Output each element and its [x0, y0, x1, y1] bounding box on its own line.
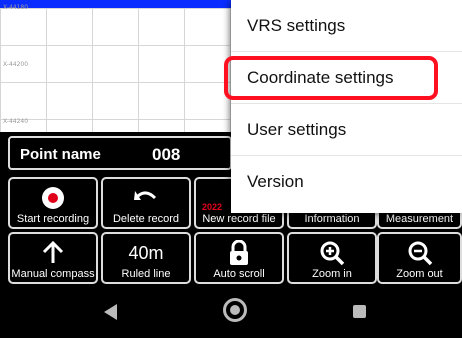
- manual-compass-button[interactable]: Manual compass: [8, 232, 98, 284]
- settings-menu: VRS settings Coordinate settings User se…: [231, 0, 462, 213]
- delete-record-label: Delete record: [112, 213, 180, 225]
- ruled-line-value: 40m: [128, 242, 164, 263]
- ruled-line-label: Ruled line: [121, 268, 171, 280]
- point-name-value: 008: [152, 145, 181, 164]
- point-name-label: Point name: [20, 146, 101, 163]
- start-recording-button[interactable]: Start recording: [8, 177, 98, 229]
- auto-scroll-button[interactable]: Auto scroll: [194, 232, 284, 284]
- back-icon[interactable]: [104, 304, 117, 320]
- information-label: Information: [304, 213, 360, 225]
- auto-scroll-label: Auto scroll: [213, 268, 265, 280]
- point-name-box[interactable]: Point name 008: [8, 136, 232, 170]
- record-icon: [42, 187, 64, 209]
- home-icon[interactable]: [223, 298, 247, 322]
- map-coordinate-label: X-44180: [3, 4, 29, 11]
- manual-compass-label: Manual compass: [11, 268, 95, 280]
- new-file-date-text: 2022: [202, 202, 223, 212]
- ruled-line-button[interactable]: 40m Ruled line: [101, 232, 191, 284]
- zoom-in-icon: [320, 241, 345, 266]
- zoom-out-icon: [408, 241, 432, 266]
- start-recording-label: Start recording: [16, 213, 90, 225]
- zoom-in-button[interactable]: Zoom in: [287, 232, 377, 284]
- arrow-up-icon: [42, 241, 64, 263]
- zoom-out-button[interactable]: Zoom out: [377, 232, 462, 284]
- undo-icon: [134, 191, 157, 200]
- recent-apps-icon[interactable]: [353, 305, 366, 318]
- zoom-in-label: Zoom in: [312, 268, 352, 280]
- delete-record-button[interactable]: Delete record: [101, 177, 191, 229]
- menu-item-vrs-settings[interactable]: VRS settings: [231, 0, 462, 52]
- lock-icon: [230, 240, 248, 265]
- zoom-out-label: Zoom out: [396, 268, 443, 280]
- map-coordinate-label: X-44240: [3, 118, 29, 125]
- map-coordinate-label: X-44200: [3, 61, 29, 68]
- menu-item-user-settings[interactable]: User settings: [231, 104, 462, 156]
- measurement-label: Measurement: [385, 213, 454, 225]
- new-record-file-label: New record file: [202, 213, 276, 225]
- menu-item-version[interactable]: Version: [231, 156, 462, 208]
- highlight-box: [224, 56, 438, 100]
